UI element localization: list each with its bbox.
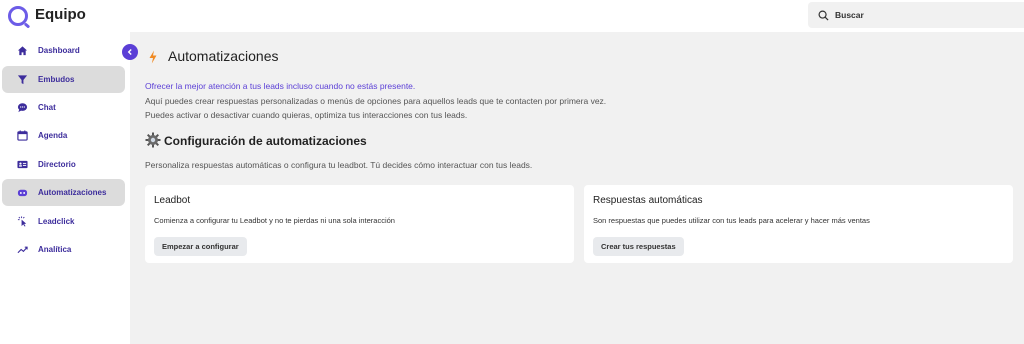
sidebar-item-dashboard[interactable]: Dashboard (2, 37, 125, 64)
trend-icon (16, 244, 28, 256)
search-box[interactable]: Buscar (808, 2, 1024, 28)
leadbot-card: Leadbot Comienza a configurar tu Leadbot… (145, 185, 574, 263)
search-label: Buscar (835, 10, 864, 20)
search-icon (818, 10, 829, 21)
create-responses-button[interactable]: Crear tus respuestas (593, 237, 684, 256)
intro-description-2: Puedes activar o desactivar cuando quier… (145, 110, 468, 120)
sidebar-item-embudos[interactable]: Embudos (2, 66, 125, 93)
brand-name: Equipo (35, 6, 86, 23)
contact-card-icon (16, 159, 28, 171)
page-title: Automatizaciones (168, 48, 279, 64)
card-description: Comienza a configurar tu Leadbot y no te… (154, 216, 395, 225)
intro-description: Aquí puedes crear respuestas personaliza… (145, 96, 607, 106)
sidebar-item-label: Leadclick (38, 217, 75, 226)
robot-icon (16, 187, 28, 199)
sidebar-item-label: Analítica (38, 245, 72, 254)
sidebar-item-chat[interactable]: Chat (2, 94, 125, 121)
calendar-icon (16, 130, 28, 142)
sidebar-item-leadclick[interactable]: Leadclick (2, 208, 125, 235)
logo-icon (8, 6, 28, 26)
sidebar: Dashboard Embudos Chat Agenda Directorio… (0, 32, 130, 344)
sidebar-item-automatizaciones[interactable]: Automatizaciones (2, 179, 125, 206)
section-title: Configuración de automatizaciones (164, 134, 367, 148)
top-bar: Equipo Buscar (0, 0, 1024, 32)
sidebar-item-label: Dashboard (38, 46, 80, 55)
card-title: Respuestas automáticas (593, 195, 703, 206)
gear-icon (145, 132, 161, 148)
auto-responses-card: Respuestas automáticas Son respuestas qu… (584, 185, 1013, 263)
sidebar-item-label: Automatizaciones (38, 188, 107, 197)
funnel-icon (16, 74, 28, 86)
lightning-icon (149, 50, 157, 64)
section-description: Personaliza respuestas automáticas o con… (145, 160, 533, 170)
card-title: Leadbot (154, 195, 191, 206)
sidebar-item-label: Directorio (38, 160, 76, 169)
chat-icon (16, 102, 28, 114)
sidebar-item-analitica[interactable]: Analítica (2, 236, 125, 263)
main-content: Automatizaciones Ofrecer la mejor atenci… (130, 32, 1024, 344)
sidebar-item-label: Embudos (38, 75, 75, 84)
sidebar-item-directorio[interactable]: Directorio (2, 151, 125, 178)
click-icon (16, 216, 28, 228)
home-icon (16, 45, 28, 57)
start-configuring-button[interactable]: Empezar a configurar (154, 237, 247, 256)
sidebar-item-label: Chat (38, 103, 56, 112)
card-description: Son respuestas que puedes utilizar con t… (593, 216, 870, 225)
intro-highlight: Ofrecer la mejor atención a tus leads in… (145, 81, 416, 91)
sidebar-item-label: Agenda (38, 131, 68, 140)
sidebar-item-agenda[interactable]: Agenda (2, 122, 125, 149)
